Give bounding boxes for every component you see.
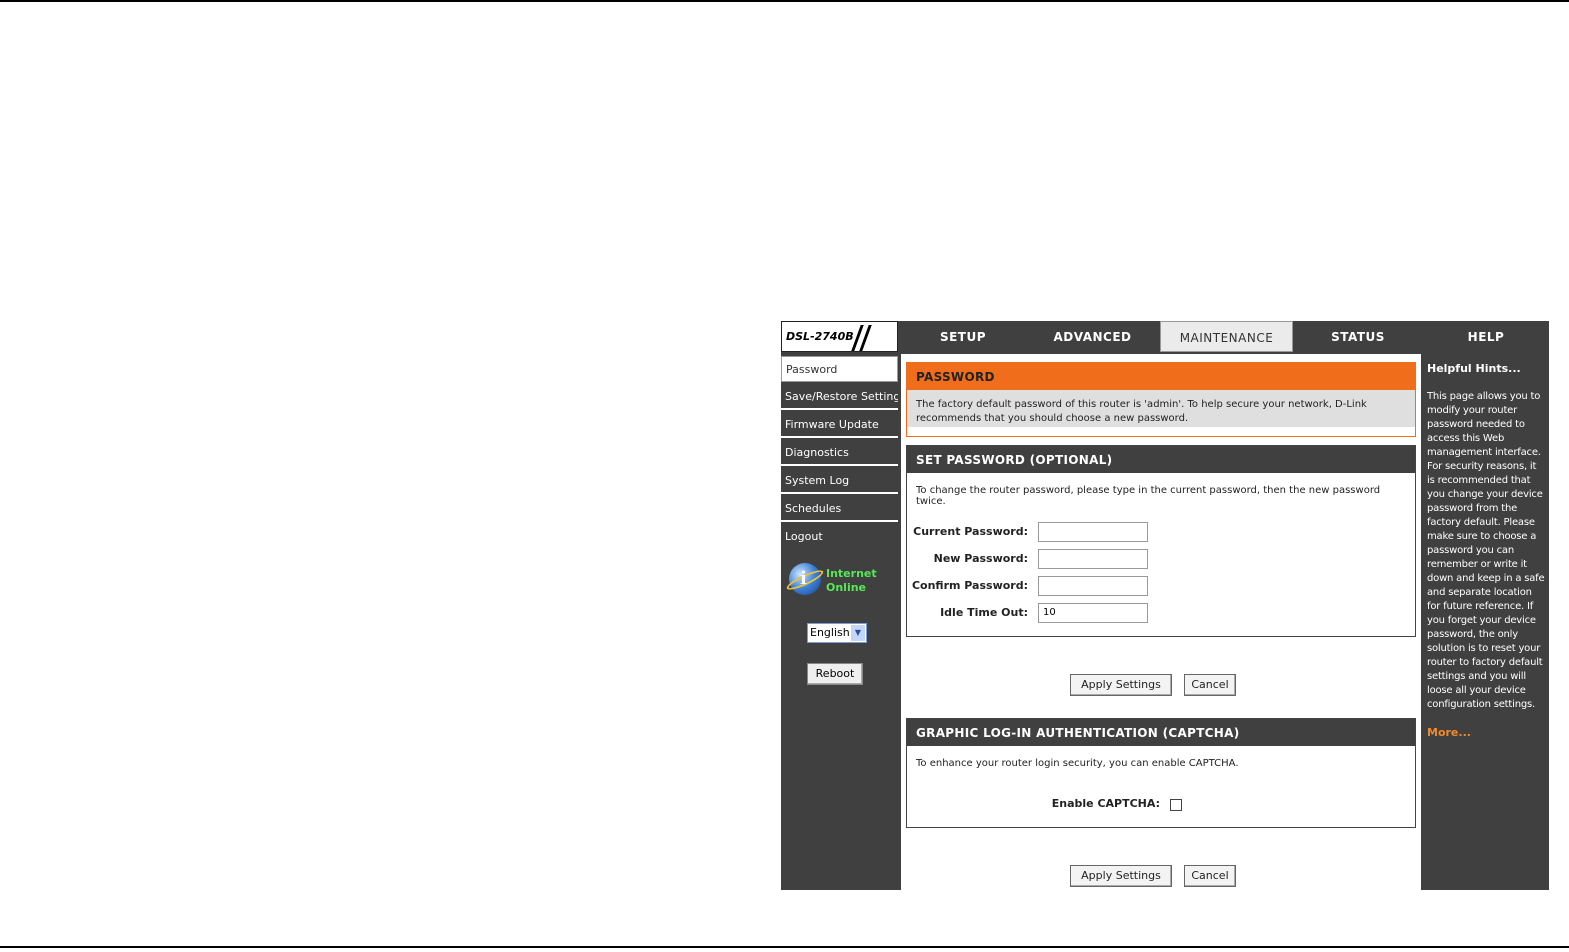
enable-captcha-checkbox[interactable] <box>1170 799 1182 811</box>
current-password-input[interactable] <box>1038 522 1148 542</box>
captcha-title: GRAPHIC LOG-IN AUTHENTICATION (CAPTCHA) <box>907 719 1415 746</box>
enable-captcha-row: Enable CAPTCHA: <box>907 797 1160 815</box>
sidebar-item-diagnostics[interactable]: Diagnostics <box>781 440 898 466</box>
help-panel: Helpful Hints... This page allows you to… <box>1423 354 1549 890</box>
enable-captcha-label: Enable CAPTCHA: <box>1051 797 1160 810</box>
idle-timeout-label: Idle Time Out: <box>940 606 1028 619</box>
tab-advanced[interactable]: ADVANCED <box>1028 321 1157 352</box>
set-password-title: SET PASSWORD (OPTIONAL) <box>907 446 1415 473</box>
confirm-password-input[interactable] <box>1038 576 1148 596</box>
password-section-title: PASSWORD <box>907 363 1415 390</box>
tab-maintenance[interactable]: MAINTENANCE <box>1160 321 1293 352</box>
confirm-password-label: Confirm Password: <box>911 579 1028 592</box>
captcha-box: GRAPHIC LOG-IN AUTHENTICATION (CAPTCHA) … <box>906 718 1416 828</box>
sidebar-item-schedules[interactable]: Schedules <box>781 496 898 522</box>
router-web-ui: DSL-2740B SETUP ADVANCED MAINTENANCE STA… <box>781 321 1549 890</box>
apply-settings-button-bottom[interactable]: Apply Settings <box>1070 865 1172 887</box>
tab-status[interactable]: STATUS <box>1296 321 1420 352</box>
help-text: This page allows you to modify your rout… <box>1427 391 1545 710</box>
idle-timeout-row: Idle Time Out: <box>907 603 1028 623</box>
password-intro-text: The factory default password of this rou… <box>907 390 1415 427</box>
cancel-button[interactable]: Cancel <box>1184 674 1236 696</box>
globe-info-letter: i <box>800 568 807 589</box>
main-content: PASSWORD The factory default password of… <box>901 354 1421 890</box>
sidebar-item-firmware-update[interactable]: Firmware Update <box>781 412 898 438</box>
password-intro-box: PASSWORD The factory default password of… <box>906 362 1416 437</box>
apply-settings-button[interactable]: Apply Settings <box>1070 674 1172 696</box>
model-name: DSL-2740B <box>786 330 854 343</box>
cancel-button-bottom[interactable]: Cancel <box>1184 865 1236 887</box>
current-password-label: Current Password: <box>913 525 1028 538</box>
sidebar-item-password[interactable]: Password <box>781 356 898 382</box>
reboot-button[interactable]: Reboot <box>807 663 863 685</box>
sidebar-item-save-restore[interactable]: Save/Restore Settings <box>781 384 898 410</box>
page-bottom-rule <box>0 946 1569 948</box>
page-top-rule <box>0 0 1569 2</box>
tab-help[interactable]: HELP <box>1423 321 1549 352</box>
confirm-password-row: Confirm Password: <box>907 576 1028 596</box>
set-password-description: To change the router password, please ty… <box>916 485 1381 507</box>
model-logo: DSL-2740B <box>781 321 898 352</box>
help-more-link[interactable]: More... <box>1427 726 1471 739</box>
internet-status-line1: Internet <box>826 567 877 580</box>
sidebar-item-logout[interactable]: Logout <box>781 524 898 550</box>
language-select[interactable]: English ▼ <box>807 623 867 643</box>
new-password-input[interactable] <box>1038 549 1148 569</box>
help-title: Helpful Hints... <box>1427 362 1521 375</box>
internet-status-line2: Online <box>826 581 867 594</box>
chevron-down-icon[interactable]: ▼ <box>851 625 865 641</box>
idle-timeout-input[interactable]: 10 <box>1038 603 1148 623</box>
internet-status: Internet Online <box>826 567 877 595</box>
tab-setup[interactable]: SETUP <box>901 321 1025 352</box>
set-password-box: SET PASSWORD (OPTIONAL) To change the ro… <box>906 445 1416 637</box>
current-password-row: Current Password: <box>907 522 1028 542</box>
internet-globe-icon: i <box>784 563 826 595</box>
language-selected: English <box>810 626 850 639</box>
new-password-row: New Password: <box>907 549 1028 569</box>
captcha-description: To enhance your router login security, y… <box>916 758 1239 769</box>
sidebar-item-system-log[interactable]: System Log <box>781 468 898 494</box>
new-password-label: New Password: <box>933 552 1028 565</box>
